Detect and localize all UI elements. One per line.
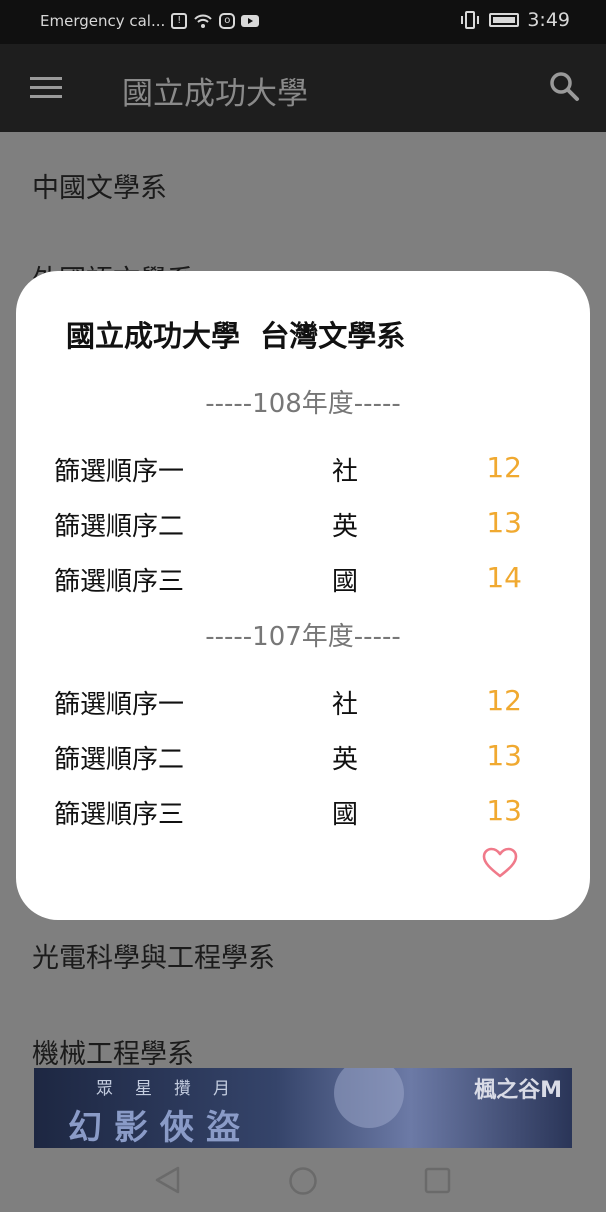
year-header: -----107年度----- <box>205 622 401 652</box>
list-item-department[interactable]: 光電科學與工程學系 <box>32 936 275 975</box>
criteria-row: 篩選順序一 社 12 <box>16 684 590 724</box>
home-icon[interactable] <box>288 1166 318 1196</box>
vibrate-icon <box>461 11 480 29</box>
emergency-call-text: Emergency cal... <box>40 12 166 30</box>
ad-headline: 幻影俠盜 <box>68 1108 252 1148</box>
criteria-value: 12 <box>486 684 522 717</box>
criteria-row: 篩選順序三 國 14 <box>16 561 590 601</box>
criteria-row: 篩選順序一 社 12 <box>16 451 590 491</box>
criteria-value: 13 <box>486 506 522 539</box>
criteria-subject: 英 <box>332 512 359 542</box>
ad-moon-graphic <box>334 1068 404 1128</box>
status-bar-right: 3:49 <box>459 9 570 31</box>
criteria-label: 篩選順序三 <box>54 800 185 830</box>
status-bar-left: Emergency cal... ! o <box>40 12 260 30</box>
youtube-icon <box>241 15 260 27</box>
recents-icon[interactable] <box>424 1167 452 1195</box>
criteria-subject: 英 <box>332 745 359 775</box>
status-bar: Emergency cal... ! o 3:49 <box>0 0 606 44</box>
instagram-icon: o <box>219 13 236 29</box>
app-title: 國立成功大學 <box>122 76 308 112</box>
list-item-department[interactable]: 中國文學系 <box>32 166 167 205</box>
criteria-row: 篩選順序三 國 13 <box>16 794 590 834</box>
list-item-department[interactable]: 機械工程學系 <box>32 1032 194 1071</box>
criteria-label: 篩選順序一 <box>54 457 185 487</box>
alert-icon: ! <box>171 13 188 29</box>
dialog-title: 國立成功大學 台灣文學系 <box>66 319 406 353</box>
app-bar: 國立成功大學 <box>0 44 606 132</box>
criteria-value: 14 <box>486 561 522 594</box>
criteria-subject: 國 <box>332 567 359 597</box>
criteria-subject: 社 <box>332 690 359 720</box>
navigation-bar <box>0 1148 606 1212</box>
criteria-value: 12 <box>486 451 522 484</box>
clock: 3:49 <box>527 9 570 31</box>
back-icon[interactable] <box>154 1166 182 1194</box>
search-icon[interactable] <box>548 70 580 102</box>
ad-brand-logo: 楓之谷M <box>474 1078 562 1103</box>
criteria-row: 篩選順序二 英 13 <box>16 739 590 779</box>
criteria-value: 13 <box>486 794 522 827</box>
criteria-subject: 社 <box>332 457 359 487</box>
ad-tagline: 眾星攢月 <box>96 1079 252 1099</box>
criteria-label: 篩選順序二 <box>54 745 185 775</box>
criteria-label: 篩選順序一 <box>54 690 185 720</box>
battery-icon <box>489 13 520 27</box>
admission-dialog: 國立成功大學 台灣文學系 -----108年度----- 篩選順序一 社 12 … <box>16 271 590 920</box>
year-header: -----108年度----- <box>205 389 401 419</box>
ad-banner[interactable]: 眾星攢月 幻影俠盜 楓之谷M <box>34 1068 572 1148</box>
criteria-label: 篩選順序三 <box>54 567 185 597</box>
wifi-icon <box>194 14 213 28</box>
criteria-value: 13 <box>486 739 522 772</box>
menu-icon[interactable] <box>30 77 62 99</box>
criteria-label: 篩選順序二 <box>54 512 185 542</box>
criteria-row: 篩選順序二 英 13 <box>16 506 590 546</box>
heart-outline-icon[interactable] <box>482 847 518 879</box>
criteria-subject: 國 <box>332 800 359 830</box>
